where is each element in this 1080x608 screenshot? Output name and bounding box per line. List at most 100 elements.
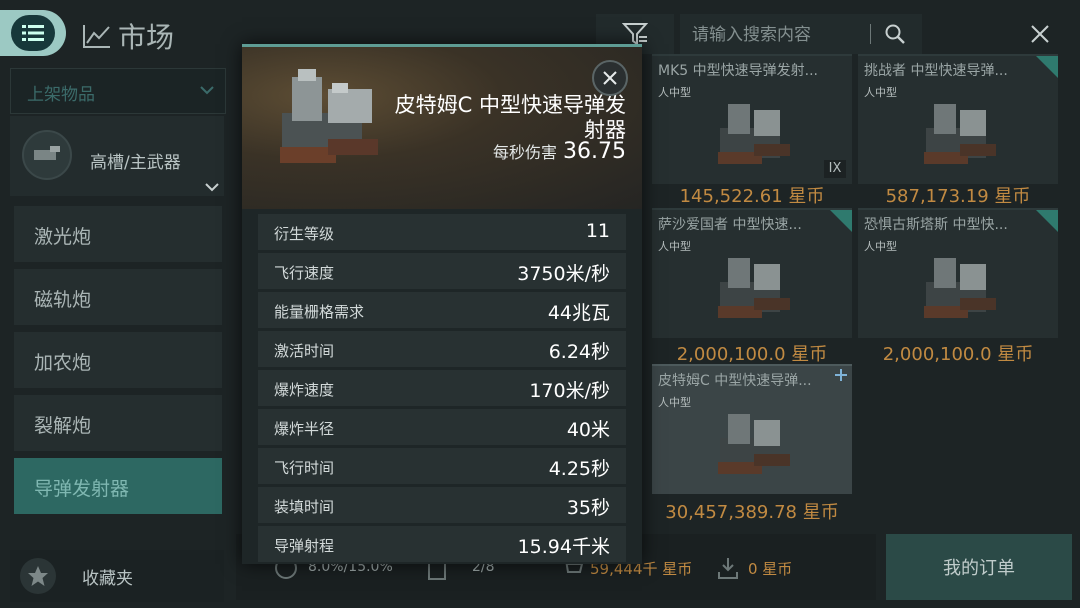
dps-value: 36.75 xyxy=(563,139,626,164)
sidebar-item-laser[interactable]: 激光炮 xyxy=(14,206,222,262)
stat-row: 导弹射程 15.94千米 xyxy=(258,526,626,562)
sidebar-item-label: 导弹发射器 xyxy=(34,478,130,500)
chevron-down-icon xyxy=(200,86,214,95)
stat-key: 装填时间 xyxy=(274,498,335,516)
search-divider xyxy=(870,24,871,44)
stat-value: 11 xyxy=(585,220,610,242)
market-card[interactable]: 恐惧古斯塔斯 中型快... 人中型 xyxy=(858,208,1058,338)
favorites-label: 收藏夹 xyxy=(82,569,133,589)
card-tag: 人中型 xyxy=(658,86,691,99)
tech-level-badge: IX xyxy=(824,160,846,178)
market-card[interactable]: MK5 中型快速导弹发射... 人中型 IX xyxy=(652,54,852,184)
chart-icon xyxy=(83,25,110,48)
launcher-icon xyxy=(924,104,996,164)
card-tag: 人中型 xyxy=(658,240,691,253)
stat-value: 15.94千米 xyxy=(517,536,610,558)
stat-value: 40米 xyxy=(566,419,610,441)
item-detail-popup: 皮特姆C 中型快速导弹发射器 每秒伤害 36.75 衍生等级 11 飞行速度 375… xyxy=(242,44,642,564)
stat-key: 爆炸半径 xyxy=(274,420,335,438)
card-tag: 人中型 xyxy=(658,396,691,409)
corner-badge xyxy=(1036,56,1058,78)
close-market-button[interactable] xyxy=(1022,16,1058,52)
category-high-slot[interactable]: 高槽/主武器 xyxy=(10,116,224,196)
card-tag: 人中型 xyxy=(864,240,897,253)
card-name: MK5 中型快速导弹发射... xyxy=(658,63,818,79)
sidebar-item-label: 裂解炮 xyxy=(34,415,92,437)
stat-value: 6.24秒 xyxy=(548,341,610,363)
my-orders-button[interactable]: 我的订单 xyxy=(886,534,1072,600)
dps-label: 每秒伤害 xyxy=(493,143,558,162)
launcher-icon xyxy=(718,258,790,318)
close-icon xyxy=(603,71,617,85)
sidebar-item-disintegrator[interactable]: 裂解炮 xyxy=(14,395,222,451)
my-orders-label: 我的订单 xyxy=(943,558,1015,579)
stat-key: 爆炸速度 xyxy=(274,381,335,399)
card-price: 2,000,100.0 星币 xyxy=(882,344,1034,365)
stat-key: 衍生等级 xyxy=(274,225,335,243)
search-icon[interactable] xyxy=(884,23,906,45)
menu-icon xyxy=(22,25,44,41)
launcher-icon xyxy=(718,414,790,474)
stat-value: 44兆瓦 xyxy=(547,302,610,324)
card-tag: 人中型 xyxy=(864,86,897,99)
stat-key: 飞行时间 xyxy=(274,459,335,477)
stat-key: 能量栅格需求 xyxy=(274,303,365,321)
card-price: 145,522.61 星币 xyxy=(679,186,825,207)
category-label: 高槽/主武器 xyxy=(90,153,181,173)
launcher-icon xyxy=(280,69,378,163)
card-name: 皮特姆C 中型快速导弹... xyxy=(658,373,812,389)
card-price: 30,457,389.78 星币 xyxy=(665,502,839,523)
favorites-button[interactable]: 收藏夹 xyxy=(10,550,224,602)
market-card[interactable]: 萨沙爱国者 中型快速... 人中型 xyxy=(652,208,852,338)
stat-row: 激活时间 6.24秒 xyxy=(258,331,626,367)
download-icon xyxy=(718,558,738,579)
sidebar-item-label: 磁轨炮 xyxy=(34,289,92,311)
corner-badge xyxy=(830,210,852,232)
popup-close-button[interactable] xyxy=(592,60,628,96)
star-icon xyxy=(20,558,56,594)
sidebar-item-missile-launcher[interactable]: 导弹发射器 xyxy=(14,458,222,514)
card-price: 2,000,100.0 星币 xyxy=(676,344,828,365)
card-price: 587,173.19 星币 xyxy=(885,186,1031,207)
card-name: 恐惧古斯塔斯 中型快... xyxy=(864,217,1008,233)
stat-row: 爆炸速度 170米/秒 xyxy=(258,370,626,406)
menu-button[interactable] xyxy=(0,10,66,56)
card-name: 萨沙爱国者 中型快速... xyxy=(658,217,802,233)
page-title-text: 市场 xyxy=(118,21,175,54)
launcher-icon xyxy=(924,258,996,318)
stat-value: 4.25秒 xyxy=(548,458,610,480)
popup-title: 皮特姆C 中型快速导弹发射器 xyxy=(394,93,626,142)
stat-key: 导弹射程 xyxy=(274,537,335,555)
stat-key: 激活时间 xyxy=(274,342,335,360)
stat-row: 装填时间 35秒 xyxy=(258,487,626,523)
stat-row: 衍生等级 11 xyxy=(258,214,626,250)
corner-badge xyxy=(1036,210,1058,232)
close-icon xyxy=(1031,25,1049,43)
plus-icon xyxy=(835,369,847,381)
dps-readout: 每秒伤害 36.75 xyxy=(493,139,626,164)
card-name: 挑战者 中型快速导弹... xyxy=(864,63,1008,79)
stat-value: 35秒 xyxy=(566,497,610,519)
stat-key: 飞行速度 xyxy=(274,264,335,282)
stat-value: 170米/秒 xyxy=(529,380,610,402)
sidebar-item-label: 激光炮 xyxy=(34,226,92,248)
launcher-icon xyxy=(718,104,790,164)
sidebar-item-label: 加农炮 xyxy=(34,352,92,374)
market-card[interactable]: 挑战者 中型快速导弹... 人中型 xyxy=(858,54,1058,184)
page-title: 市场 xyxy=(82,16,174,56)
sell-total: 0 星币 xyxy=(748,560,793,578)
listing-dropdown[interactable]: 上架物品 xyxy=(10,68,226,114)
search-box xyxy=(680,14,922,54)
stat-value: 3750米/秒 xyxy=(517,263,610,285)
stat-row: 飞行时间 4.25秒 xyxy=(258,448,626,484)
sidebar-item-railgun[interactable]: 磁轨炮 xyxy=(14,269,222,325)
stat-row: 飞行速度 3750米/秒 xyxy=(258,253,626,289)
stat-row: 能量栅格需求 44兆瓦 xyxy=(258,292,626,328)
search-input[interactable] xyxy=(690,22,864,48)
launcher-icon xyxy=(22,130,72,180)
stat-row: 爆炸半径 40米 xyxy=(258,409,626,445)
market-card-selected[interactable]: 皮特姆C 中型快速导弹... 人中型 xyxy=(652,364,852,494)
chevron-down-icon xyxy=(205,183,219,192)
sidebar-item-cannon[interactable]: 加农炮 xyxy=(14,332,222,388)
dropdown-label: 上架物品 xyxy=(27,85,95,105)
